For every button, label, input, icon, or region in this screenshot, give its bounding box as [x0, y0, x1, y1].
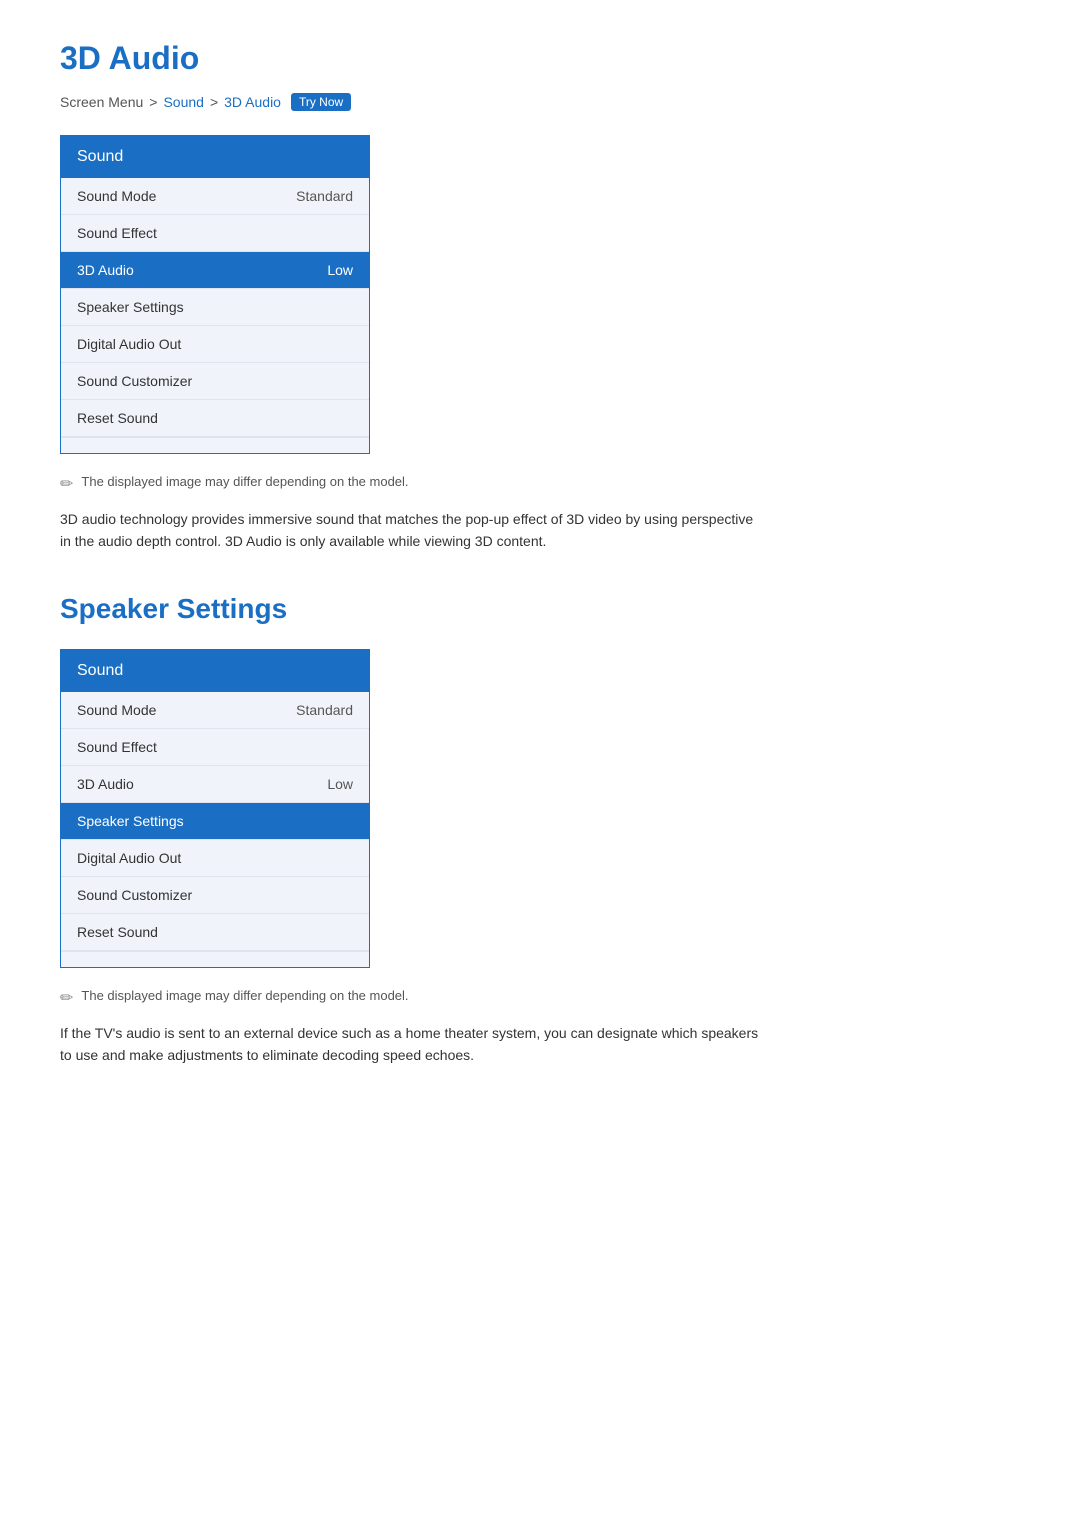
menu-item-value: Low — [327, 262, 353, 278]
menu-item-speaker-settings[interactable]: Speaker Settings — [61, 289, 369, 326]
menu-item-digital-audio-out-2[interactable]: Digital Audio Out — [61, 840, 369, 877]
menu-item-label: Sound Customizer — [77, 887, 192, 903]
menu-spacer-2 — [61, 951, 369, 967]
breadcrumb: Screen Menu > Sound > 3D Audio Try Now — [60, 93, 1020, 111]
menu-item-value: Standard — [296, 702, 353, 718]
try-now-badge[interactable]: Try Now — [291, 93, 351, 111]
menu-panel-1: Sound Sound Mode Standard Sound Effect 3… — [60, 135, 370, 454]
menu-item-reset-sound[interactable]: Reset Sound — [61, 400, 369, 437]
menu-item-label: 3D Audio — [77, 262, 134, 278]
menu-item-label: Sound Mode — [77, 188, 156, 204]
menu-item-sound-customizer[interactable]: Sound Customizer — [61, 363, 369, 400]
pencil-icon-2: ✏ — [60, 988, 73, 1008]
menu-item-sound-effect[interactable]: Sound Effect — [61, 215, 369, 252]
menu-item-sound-mode-2[interactable]: Sound Mode Standard — [61, 692, 369, 729]
menu-item-label: Digital Audio Out — [77, 336, 181, 352]
note-text-1: The displayed image may differ depending… — [81, 474, 408, 489]
pencil-icon: ✏ — [60, 474, 73, 494]
menu-item-reset-sound-2[interactable]: Reset Sound — [61, 914, 369, 951]
section-2-title: Speaker Settings — [60, 593, 1020, 625]
description-2: If the TV's audio is sent to an external… — [60, 1022, 760, 1067]
menu-header-1: Sound — [61, 136, 369, 178]
menu-item-label: Reset Sound — [77, 924, 158, 940]
menu-item-3d-audio-2[interactable]: 3D Audio Low — [61, 766, 369, 803]
menu-item-label: 3D Audio — [77, 776, 134, 792]
menu-item-sound-mode[interactable]: Sound Mode Standard — [61, 178, 369, 215]
menu-item-label: Sound Mode — [77, 702, 156, 718]
menu-item-label: Speaker Settings — [77, 813, 184, 829]
menu-item-value: Standard — [296, 188, 353, 204]
menu-item-digital-audio-out[interactable]: Digital Audio Out — [61, 326, 369, 363]
menu-item-label: Sound Effect — [77, 739, 157, 755]
menu-item-label: Sound Customizer — [77, 373, 192, 389]
menu-item-sound-customizer-2[interactable]: Sound Customizer — [61, 877, 369, 914]
note-text-2: The displayed image may differ depending… — [81, 988, 408, 1003]
menu-item-value: Low — [327, 776, 353, 792]
breadcrumb-screen-menu: Screen Menu — [60, 94, 143, 110]
menu-panel-2: Sound Sound Mode Standard Sound Effect 3… — [60, 649, 370, 968]
description-1: 3D audio technology provides immersive s… — [60, 508, 760, 553]
menu-item-3d-audio[interactable]: 3D Audio Low — [61, 252, 369, 289]
breadcrumb-sep-2: > — [210, 94, 218, 110]
menu-header-2: Sound — [61, 650, 369, 692]
menu-item-label: Reset Sound — [77, 410, 158, 426]
breadcrumb-sep-1: > — [149, 94, 157, 110]
note-1: ✏ The displayed image may differ dependi… — [60, 474, 1020, 494]
note-2: ✏ The displayed image may differ dependi… — [60, 988, 1020, 1008]
page-title: 3D Audio — [60, 40, 1020, 77]
menu-item-label: Sound Effect — [77, 225, 157, 241]
menu-item-label: Digital Audio Out — [77, 850, 181, 866]
menu-spacer — [61, 437, 369, 453]
menu-item-speaker-settings-2[interactable]: Speaker Settings — [61, 803, 369, 840]
menu-item-sound-effect-2[interactable]: Sound Effect — [61, 729, 369, 766]
breadcrumb-sound[interactable]: Sound — [163, 94, 203, 110]
menu-item-label: Speaker Settings — [77, 299, 184, 315]
breadcrumb-3d-audio[interactable]: 3D Audio — [224, 94, 281, 110]
